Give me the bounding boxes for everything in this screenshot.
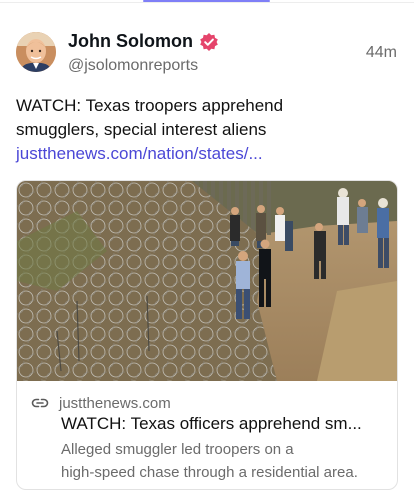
card-domain: justthenews.com — [59, 394, 171, 412]
avatar[interactable] — [16, 32, 56, 72]
post-text: WATCH: Texas troopers apprehend smuggler… — [16, 94, 396, 166]
post-text-line-2: smugglers, special interest aliens — [16, 120, 267, 139]
card-description-line-1: Alleged smuggler led troopers on a — [61, 441, 294, 458]
author-display-name[interactable]: John Solomon — [68, 31, 193, 52]
link-preview-image[interactable] — [17, 181, 397, 381]
card-description: Alleged smuggler led troopers on a high-… — [61, 438, 391, 484]
card-title[interactable]: WATCH: Texas officers apprehend sm... — [61, 414, 362, 434]
top-divider — [0, 2, 414, 3]
post-timestamp: 44m — [365, 44, 397, 61]
card-description-line-2: high-speed chase through a residential a… — [61, 464, 358, 481]
avatar-photo-icon — [16, 32, 56, 72]
post-link[interactable]: justthenews.com/nation/states/... — [16, 142, 396, 166]
author-handle[interactable]: @jsolomonreports — [68, 57, 198, 75]
card-domain-row: justthenews.com — [31, 394, 171, 412]
post-text-line-1: WATCH: Texas troopers apprehend — [16, 96, 284, 115]
verified-badge-icon — [200, 32, 218, 51]
link-preview-card[interactable]: justthenews.com WATCH: Texas officers ap… — [16, 180, 398, 490]
author-display-name-row[interactable]: John Solomon — [68, 31, 219, 52]
link-icon — [31, 398, 49, 408]
